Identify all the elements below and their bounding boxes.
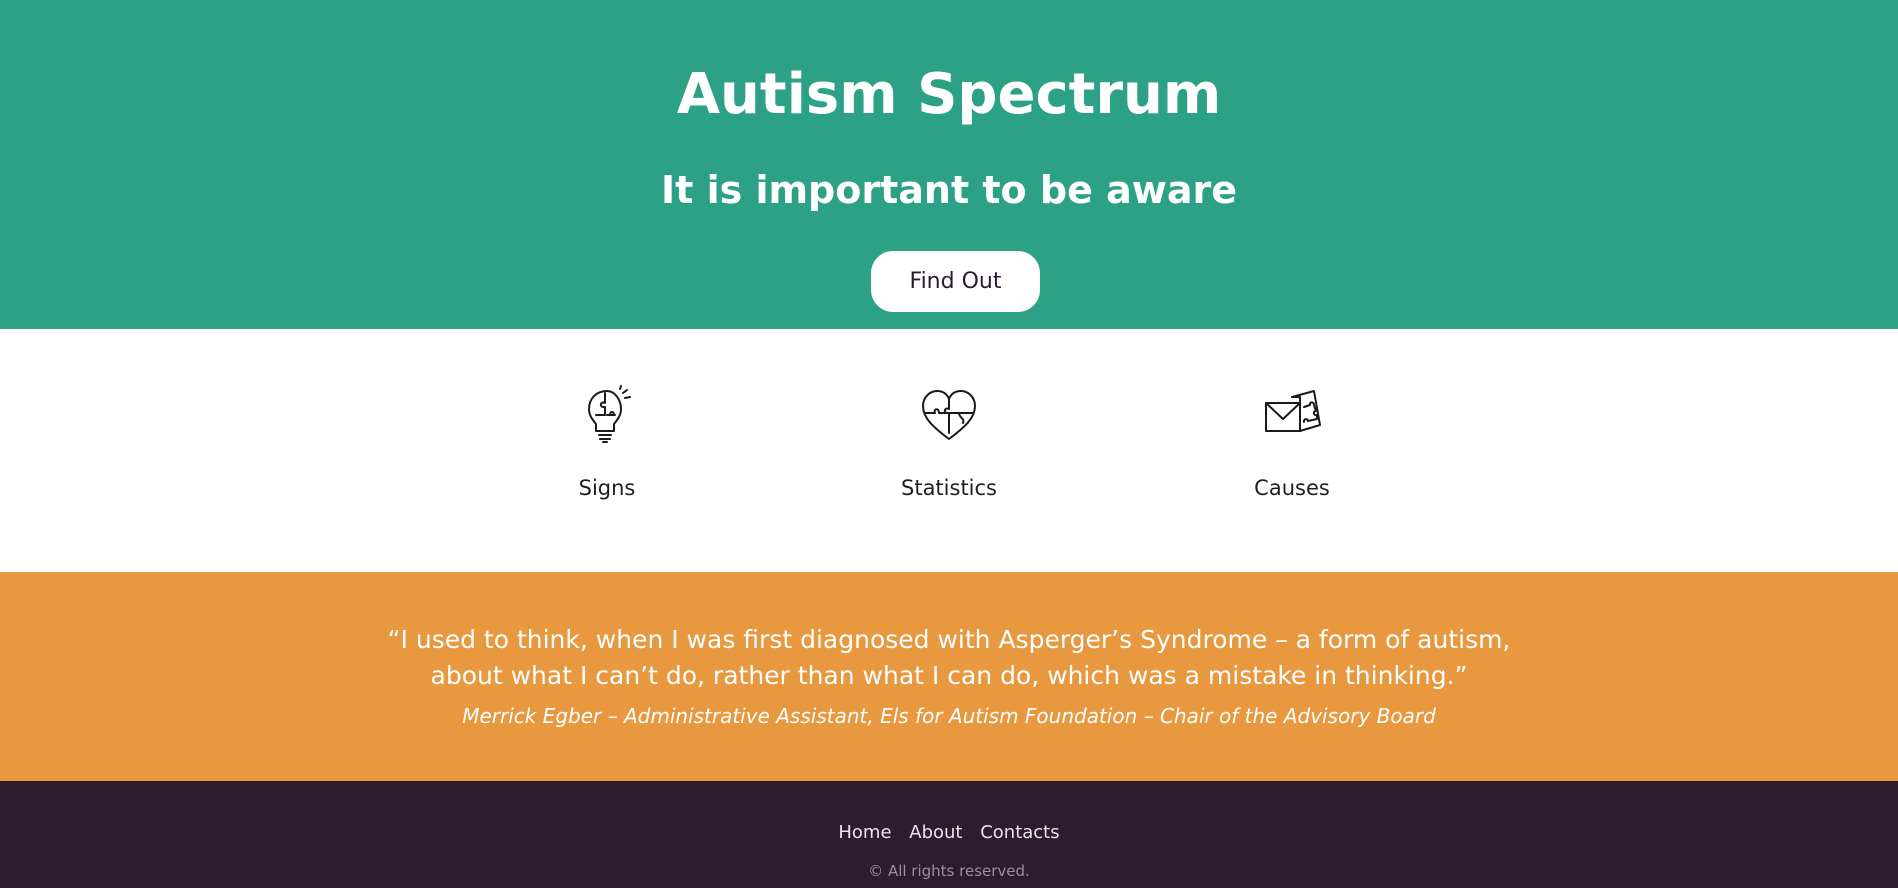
feature-causes[interactable]: Causes (1192, 329, 1392, 572)
find-out-button[interactable]: Find Out (871, 251, 1040, 312)
footer: Home About Contacts © All rights reserve… (0, 781, 1898, 888)
testimonial-section: “I used to think, when I was first diagn… (0, 572, 1898, 781)
footer-link-contacts[interactable]: Contacts (980, 822, 1059, 843)
feature-label: Statistics (901, 476, 997, 500)
heart-puzzle-icon (922, 390, 976, 440)
lightbulb-puzzle-icon (588, 385, 631, 443)
hero-subtitle: It is important to be aware (661, 168, 1237, 212)
quote-text: “I used to think, when I was first diagn… (387, 625, 1511, 690)
footer-link-about[interactable]: About (909, 822, 962, 843)
page-title: Autism Spectrum (676, 62, 1222, 127)
footer-link-home[interactable]: Home (838, 822, 891, 843)
feature-statistics[interactable]: Statistics (849, 329, 1049, 572)
features-section: Signs Statistics Causes (0, 329, 1898, 572)
feature-label: Signs (578, 476, 636, 500)
footer-nav: Home About Contacts (0, 821, 1898, 845)
feature-label: Causes (1254, 476, 1330, 500)
feature-signs[interactable]: Signs (507, 329, 707, 572)
envelope-puzzle-icon (1265, 390, 1321, 432)
hero-section: Autism Spectrum It is important to be aw… (0, 0, 1898, 329)
copyright-text: © All rights reserved. (868, 862, 1030, 880)
quote-author: Merrick Egber – Administrative Assistant… (462, 704, 1436, 728)
